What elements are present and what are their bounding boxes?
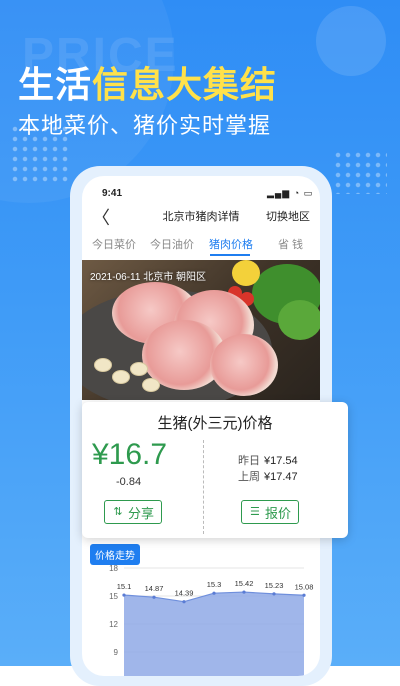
last-week-label: 上周	[238, 471, 260, 483]
garlic-clove-4	[142, 378, 160, 392]
data-label-6: 15.08	[295, 582, 314, 591]
data-label-1: 14.87	[145, 584, 164, 593]
price-change: -0.84	[116, 476, 142, 488]
garlic-clove-3	[130, 362, 148, 376]
y-tick-label-1: 15	[109, 592, 118, 601]
report-label: 报价	[264, 505, 291, 521]
active-tab-indicator	[210, 254, 250, 256]
last-week-value: ¥17.47	[264, 471, 298, 483]
herb-leaves-2	[278, 300, 320, 340]
trend-area	[124, 592, 304, 676]
y-tick-label-3: 9	[114, 648, 119, 657]
pork-photo: 2021-06-11 北京市 朝阳区	[82, 260, 320, 400]
data-point-5	[272, 592, 276, 596]
data-label-0: 15.1	[117, 582, 132, 591]
navbar: 〈 北京市猪肉详情 切换地区	[82, 204, 320, 234]
status-time: 9:41	[102, 188, 123, 199]
price-trend-chart: 1815129615.114.8714.3915.315.4215.2315.0…	[109, 564, 314, 676]
data-point-3	[212, 591, 216, 595]
data-point-0	[122, 593, 126, 597]
coins-icon: ☰	[250, 506, 260, 518]
garlic-clove-2	[112, 370, 130, 384]
yesterday-row: 昨日 ¥17.54	[238, 452, 298, 468]
lemon	[232, 260, 260, 286]
tab-vegetable-price[interactable]: 今日菜价	[92, 236, 136, 252]
data-point-2	[182, 600, 186, 604]
y-tick-label-2: 12	[109, 620, 118, 629]
tab-save-money[interactable]: 省 钱	[278, 236, 303, 252]
share-icon: ⇅	[113, 506, 123, 518]
pork-slice-4	[210, 334, 278, 396]
share-button[interactable]: ⇅ 分享	[104, 500, 162, 524]
headline-highlight: 信息大集结	[92, 64, 278, 105]
current-price: ¥16.7	[92, 438, 168, 471]
headline: 生活信息大集结	[18, 56, 277, 108]
hand-icon	[316, 6, 386, 76]
data-point-1	[152, 595, 156, 599]
price-card-title: 生猪(外三元)价格	[157, 415, 273, 432]
photo-caption: 2021-06-11 北京市 朝阳区	[90, 272, 206, 283]
data-point-6	[302, 593, 306, 597]
tab-bar: 今日菜价 今日油价 猪肉价格 省 钱	[82, 232, 320, 258]
trend-panel: 价格走势 1815129615.114.8714.3915.315.4215.2…	[90, 544, 316, 676]
data-label-5: 15.23	[265, 581, 284, 590]
data-point-4	[242, 590, 246, 594]
share-label: 分享	[127, 505, 154, 521]
yesterday-value: ¥17.54	[264, 455, 298, 467]
yesterday-label: 昨日	[238, 455, 260, 467]
data-label-2: 14.39	[175, 589, 194, 598]
status-bar: 9:41 ▂▄▆ ◔ ▭	[82, 176, 320, 200]
status-icons: ▂▄▆ ◔ ▭	[267, 188, 314, 198]
dot-pattern-right	[333, 150, 387, 194]
price-card: 生猪(外三元)价格 ¥16.7 -0.84 昨日 ¥17.54 上周 ¥17.47 …	[82, 402, 348, 538]
data-label-4: 15.42	[235, 579, 254, 588]
trend-tag[interactable]: 价格走势	[90, 544, 140, 565]
headline-plain: 生活	[18, 64, 93, 105]
tab-oil-price[interactable]: 今日油价	[150, 236, 194, 252]
garlic-clove	[94, 358, 112, 372]
tab-pork-price[interactable]: 猪肉价格	[209, 236, 253, 252]
subline: 本地菜价、猪价实时掌握	[18, 113, 272, 138]
report-price-button[interactable]: ☰ 报价	[241, 500, 299, 524]
card-divider	[203, 440, 204, 534]
switch-region-button[interactable]: 切换地区	[266, 208, 310, 224]
data-label-3: 15.3	[207, 580, 222, 589]
y-tick-label-0: 18	[109, 564, 118, 573]
last-week-row: 上周 ¥17.47	[238, 468, 298, 484]
